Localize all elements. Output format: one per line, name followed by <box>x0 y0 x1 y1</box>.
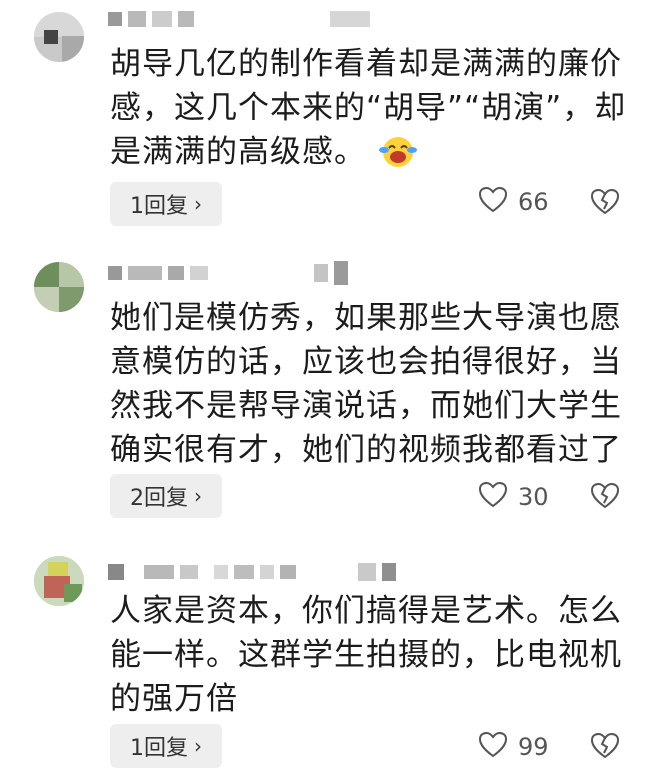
comment-text: 胡导几亿的制作看着却是满满的廉价感，这几个本来的“胡导”“胡演”，却是满满的高级… <box>110 42 630 174</box>
laughing-crying-emoji-icon <box>378 134 418 168</box>
reply-count-button[interactable]: 1回复 › <box>110 182 222 226</box>
avatar[interactable] <box>34 12 84 62</box>
chevron-right-icon: › <box>194 734 202 758</box>
heart-outline-icon <box>478 731 508 763</box>
like-button[interactable]: 66 <box>478 186 549 218</box>
dislike-button[interactable] <box>590 482 620 514</box>
reply-count-label: 2回复 <box>130 486 188 511</box>
broken-heart-icon <box>590 732 620 764</box>
like-button[interactable]: 30 <box>478 481 549 513</box>
reply-count-button[interactable]: 1回复 › <box>110 724 222 768</box>
avatar[interactable] <box>34 262 84 312</box>
like-count: 66 <box>518 188 549 216</box>
username-redacted[interactable] <box>108 561 396 583</box>
heart-outline-icon <box>478 186 508 218</box>
chevron-right-icon: › <box>194 192 202 216</box>
chevron-right-icon: › <box>194 484 202 508</box>
comment-text-body: 人家是资本，你们搞得是艺术。怎么能一样。这群学生拍摄的，比电视机的强万倍 <box>110 593 622 717</box>
dislike-button[interactable] <box>590 732 620 764</box>
dislike-button[interactable] <box>590 188 620 220</box>
username-redacted[interactable] <box>108 8 370 30</box>
comment-text-body: 胡导几亿的制作看着却是满满的廉价感，这几个本来的“胡导”“胡演”，却是满满的高级… <box>110 46 627 170</box>
reply-count-button[interactable]: 2回复 › <box>110 474 222 518</box>
like-count: 99 <box>518 733 549 761</box>
username-redacted[interactable] <box>108 261 348 285</box>
reply-count-label: 1回复 <box>130 194 188 219</box>
comment-text: 她们是模仿秀，如果那些大导演也愿意模仿的话，应该也会拍得很好，当然我不是帮导演说… <box>110 296 630 472</box>
reply-count-label: 1回复 <box>130 736 188 761</box>
comment-text-body: 她们是模仿秀，如果那些大导演也愿意模仿的话，应该也会拍得很好，当然我不是帮导演说… <box>110 300 622 468</box>
broken-heart-icon <box>590 482 620 514</box>
like-button[interactable]: 99 <box>478 731 549 763</box>
avatar[interactable] <box>34 556 84 606</box>
like-count: 30 <box>518 483 549 511</box>
comment-text: 人家是资本，你们搞得是艺术。怎么能一样。这群学生拍摄的，比电视机的强万倍 <box>110 589 630 721</box>
broken-heart-icon <box>590 188 620 220</box>
heart-outline-icon <box>478 481 508 513</box>
